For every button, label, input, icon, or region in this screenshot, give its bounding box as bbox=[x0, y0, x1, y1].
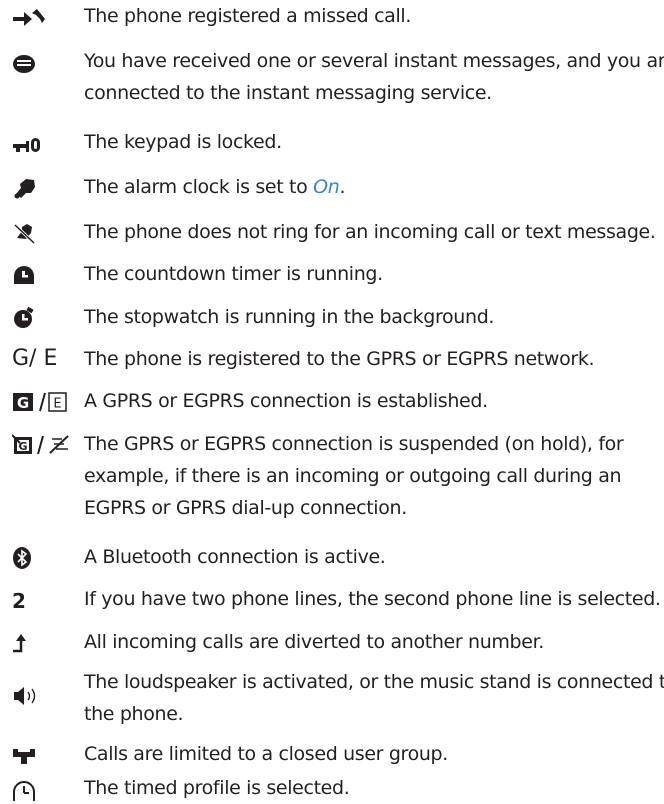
item-text-line: example, if there is an incoming or outg… bbox=[84, 465, 622, 487]
second-line-icon: 2 bbox=[12, 589, 74, 613]
closed-user-group-icon bbox=[12, 743, 74, 767]
item-text: The timed profile is selected. bbox=[84, 777, 350, 799]
bluetooth-icon bbox=[12, 546, 74, 570]
second-line-glyph: 2 bbox=[12, 589, 26, 613]
gprs-connection-icon: G E bbox=[12, 390, 74, 414]
item-text: All incoming calls are diverted to anoth… bbox=[84, 631, 544, 653]
gprs-registered-glyph: G/ E bbox=[12, 346, 58, 371]
on-link[interactable]: On bbox=[313, 176, 340, 198]
svg-text:G: G bbox=[17, 394, 29, 412]
timed-profile-icon bbox=[12, 780, 74, 804]
item-text-prefix: The alarm clock is set to bbox=[84, 176, 314, 198]
gprs-registered-icon: G/ E bbox=[12, 347, 74, 371]
item-text: Calls are limited to a closed user group… bbox=[84, 743, 448, 765]
item-text-line: connected to the instant messaging servi… bbox=[84, 82, 492, 104]
item-text-suffix: . bbox=[339, 176, 346, 198]
svg-text:E: E bbox=[53, 397, 61, 412]
item-text-line: The loudspeaker is activated, or the mus… bbox=[84, 671, 664, 693]
item-text: The countdown timer is running. bbox=[84, 263, 383, 285]
countdown-timer-icon bbox=[12, 263, 74, 287]
item-text-line: EGPRS or GPRS dial-up connection. bbox=[84, 497, 407, 519]
call-divert-icon bbox=[12, 631, 74, 655]
item-text: The phone is registered to the GPRS or E… bbox=[84, 348, 595, 370]
instant-message-icon bbox=[12, 52, 74, 76]
alarm-clock-icon bbox=[12, 176, 74, 200]
item-text: A Bluetooth connection is active. bbox=[84, 546, 386, 568]
item-text: A GPRS or EGPRS connection is establishe… bbox=[84, 390, 488, 412]
item-text: If you have two phone lines, the second … bbox=[84, 588, 661, 610]
item-text-line: the phone. bbox=[84, 703, 184, 725]
silent-ringer-icon bbox=[12, 221, 74, 245]
item-text-line: The GPRS or EGPRS connection is suspende… bbox=[84, 433, 624, 455]
stopwatch-icon bbox=[12, 306, 74, 330]
item-text-line: You have received one or several instant… bbox=[84, 50, 664, 72]
item-text: The phone does not ring for an incoming … bbox=[84, 221, 656, 243]
item-text: The phone registered a missed call. bbox=[84, 5, 412, 27]
keypad-lock-icon bbox=[12, 133, 74, 157]
missed-call-icon bbox=[12, 6, 74, 30]
item-text: The stopwatch is running in the backgrou… bbox=[84, 306, 495, 328]
item-text: The keypad is locked. bbox=[84, 131, 282, 153]
gprs-suspended-icon: G bbox=[12, 433, 74, 457]
loudspeaker-icon bbox=[12, 684, 74, 708]
